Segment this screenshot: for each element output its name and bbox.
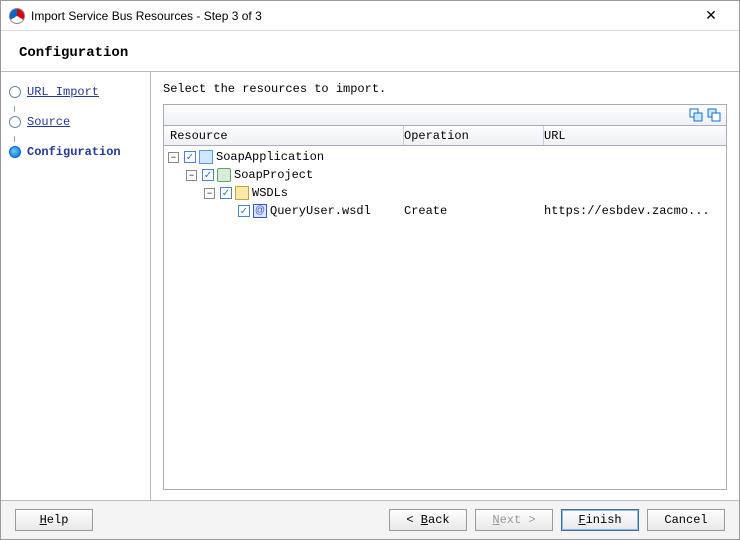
expand-icon[interactable]: −	[186, 170, 197, 181]
page-title: Configuration	[1, 31, 739, 71]
tree-toolbar	[163, 104, 727, 126]
back-button[interactable]: < Back	[389, 509, 467, 531]
close-icon[interactable]: ✕	[691, 2, 731, 30]
tree-row-file[interactable]: ✓ @ QueryUser.wsdl Create https://esbdev…	[164, 202, 726, 220]
help-button[interactable]: Help	[15, 509, 93, 531]
finish-button[interactable]: Finish	[561, 509, 639, 531]
titlebar: Import Service Bus Resources - Step 3 of…	[1, 1, 739, 31]
step-source[interactable]: Source	[7, 112, 144, 132]
instruction-text: Select the resources to import.	[163, 82, 727, 96]
deselect-all-icon[interactable]	[706, 107, 722, 123]
checkbox[interactable]: ✓	[184, 151, 196, 163]
expand-icon[interactable]: −	[168, 152, 179, 163]
resource-tree[interactable]: − ✓ SoapApplication − ✓ SoapProject	[163, 146, 727, 490]
main-panel: Select the resources to import. Resource…	[151, 72, 739, 500]
url-value: https://esbdev.zacmo...	[544, 204, 726, 218]
expand-icon[interactable]: −	[204, 188, 215, 199]
step-node-icon	[9, 86, 21, 98]
window-title: Import Service Bus Resources - Step 3 of…	[31, 9, 691, 23]
wizard-body: URL Import Source Configuration Select t…	[1, 71, 739, 501]
node-label: SoapApplication	[216, 150, 324, 164]
step-node-icon	[9, 116, 21, 128]
leaf-spacer	[222, 206, 233, 217]
checkbox[interactable]: ✓	[220, 187, 232, 199]
cancel-button[interactable]: Cancel	[647, 509, 725, 531]
step-label: URL Import	[27, 85, 99, 99]
node-label: SoapProject	[234, 168, 313, 182]
operation-value: Create	[404, 204, 544, 218]
col-url[interactable]: URL	[544, 126, 726, 145]
col-operation[interactable]: Operation	[404, 126, 544, 145]
step-node-icon	[9, 146, 21, 158]
button-bar: Help < Back Next > Finish Cancel	[1, 501, 739, 539]
tree-row-folder[interactable]: − ✓ WSDLs	[164, 184, 726, 202]
col-resource[interactable]: Resource	[164, 126, 404, 145]
cancel-label: Cancel	[664, 513, 707, 527]
checkbox[interactable]: ✓	[238, 205, 250, 217]
wizard-window: Import Service Bus Resources - Step 3 of…	[0, 0, 740, 540]
table-header: Resource Operation URL	[163, 126, 727, 146]
step-label: Configuration	[27, 145, 121, 159]
node-label: QueryUser.wsdl	[270, 204, 371, 218]
folder-icon	[235, 186, 249, 200]
wsdl-icon: @	[253, 204, 267, 218]
checkbox[interactable]: ✓	[202, 169, 214, 181]
step-sidebar: URL Import Source Configuration	[1, 72, 151, 500]
tree-row-app[interactable]: − ✓ SoapApplication	[164, 148, 726, 166]
next-button: Next >	[475, 509, 553, 531]
step-configuration[interactable]: Configuration	[7, 142, 144, 162]
select-all-icon[interactable]	[688, 107, 704, 123]
app-icon	[9, 8, 25, 24]
tree-row-project[interactable]: − ✓ SoapProject	[164, 166, 726, 184]
node-label: WSDLs	[252, 186, 288, 200]
project-icon	[217, 168, 231, 182]
step-label: Source	[27, 115, 70, 129]
step-url-import[interactable]: URL Import	[7, 82, 144, 102]
application-icon	[199, 150, 213, 164]
